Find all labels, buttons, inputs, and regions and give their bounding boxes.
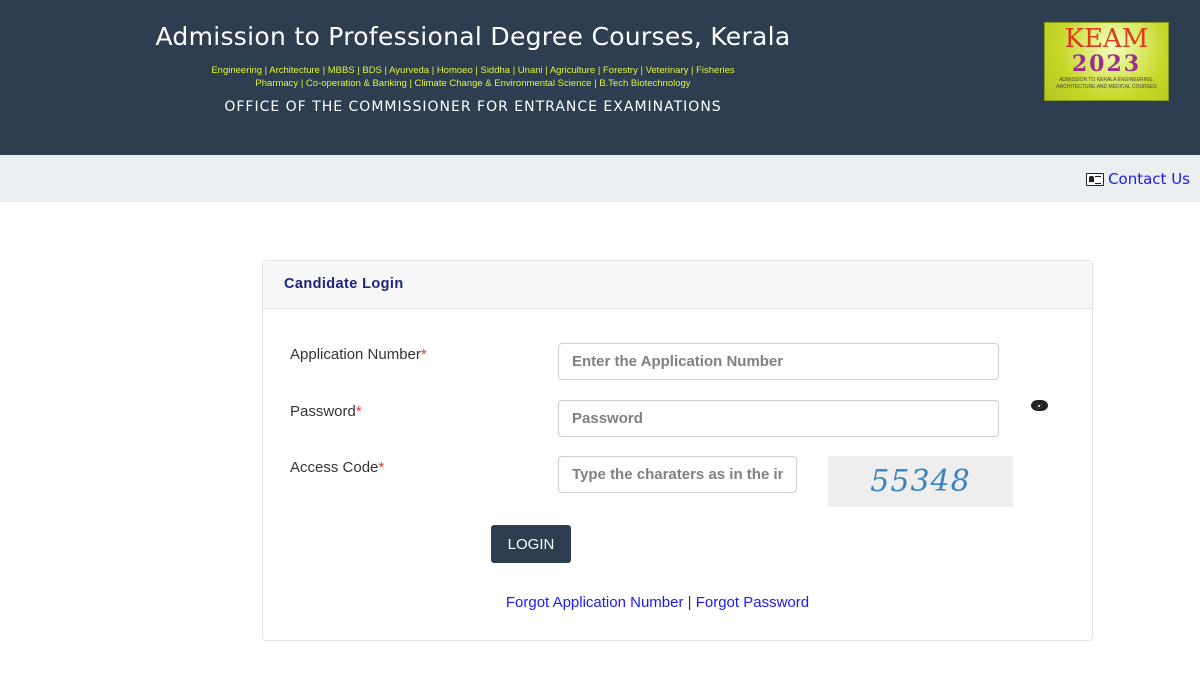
password-input[interactable] [558,400,999,437]
forgot-links: Forgot Application Number | Forgot Passw… [263,594,1092,611]
password-label: Password* [290,403,362,420]
application-number-label: Application Number* [290,346,427,363]
card-heading: Candidate Login [263,261,1092,309]
logo-name: KEAM [1064,24,1149,54]
site-title: Admission to Professional Degree Courses… [155,22,791,51]
login-button[interactable]: LOGIN [491,525,571,563]
top-bar [0,155,1200,202]
access-code-label: Access Code* [290,459,384,476]
candidate-login-card: Candidate Login Application Number* Pass… [262,260,1093,641]
keam-logo: KEAM 2023 ADMISSION TO KERALA ENGINEERIN… [1044,22,1169,101]
captcha-image: 55348 [828,456,1013,507]
courses-line-1: Engineering | Architecture | MBBS | BDS … [211,65,735,76]
required-mark: * [420,346,427,363]
courses-list: Engineering | Architecture | MBBS | BDS … [140,64,806,90]
forgot-application-number-link[interactable]: Forgot Application Number [506,594,684,611]
access-code-label-text: Access Code [290,459,379,476]
access-code-input[interactable] [558,456,797,493]
logo-year: 2023 [1071,51,1142,77]
site-header: Admission to Professional Degree Courses… [0,0,1200,155]
contact-us-link[interactable]: Contact Us [1086,170,1190,188]
application-number-input[interactable] [558,343,999,380]
required-mark: * [378,459,385,476]
courses-line-2: Pharmacy | Co-operation & Banking | Clim… [255,78,691,89]
password-label-text: Password [290,403,356,420]
required-mark: * [355,403,362,420]
address-card-icon [1086,172,1105,186]
contact-us-label: Contact Us [1108,170,1190,188]
application-number-label-text: Application Number [290,346,421,363]
show-password-eye-icon[interactable] [1031,400,1048,411]
office-name: OFFICE OF THE COMMISSIONER FOR ENTRANCE … [224,99,722,115]
logo-subtitle: ADMISSION TO KERALA ENGINEERING, ARCHITE… [1056,77,1157,90]
link-separator: | [687,594,692,611]
forgot-password-link[interactable]: Forgot Password [696,594,809,611]
